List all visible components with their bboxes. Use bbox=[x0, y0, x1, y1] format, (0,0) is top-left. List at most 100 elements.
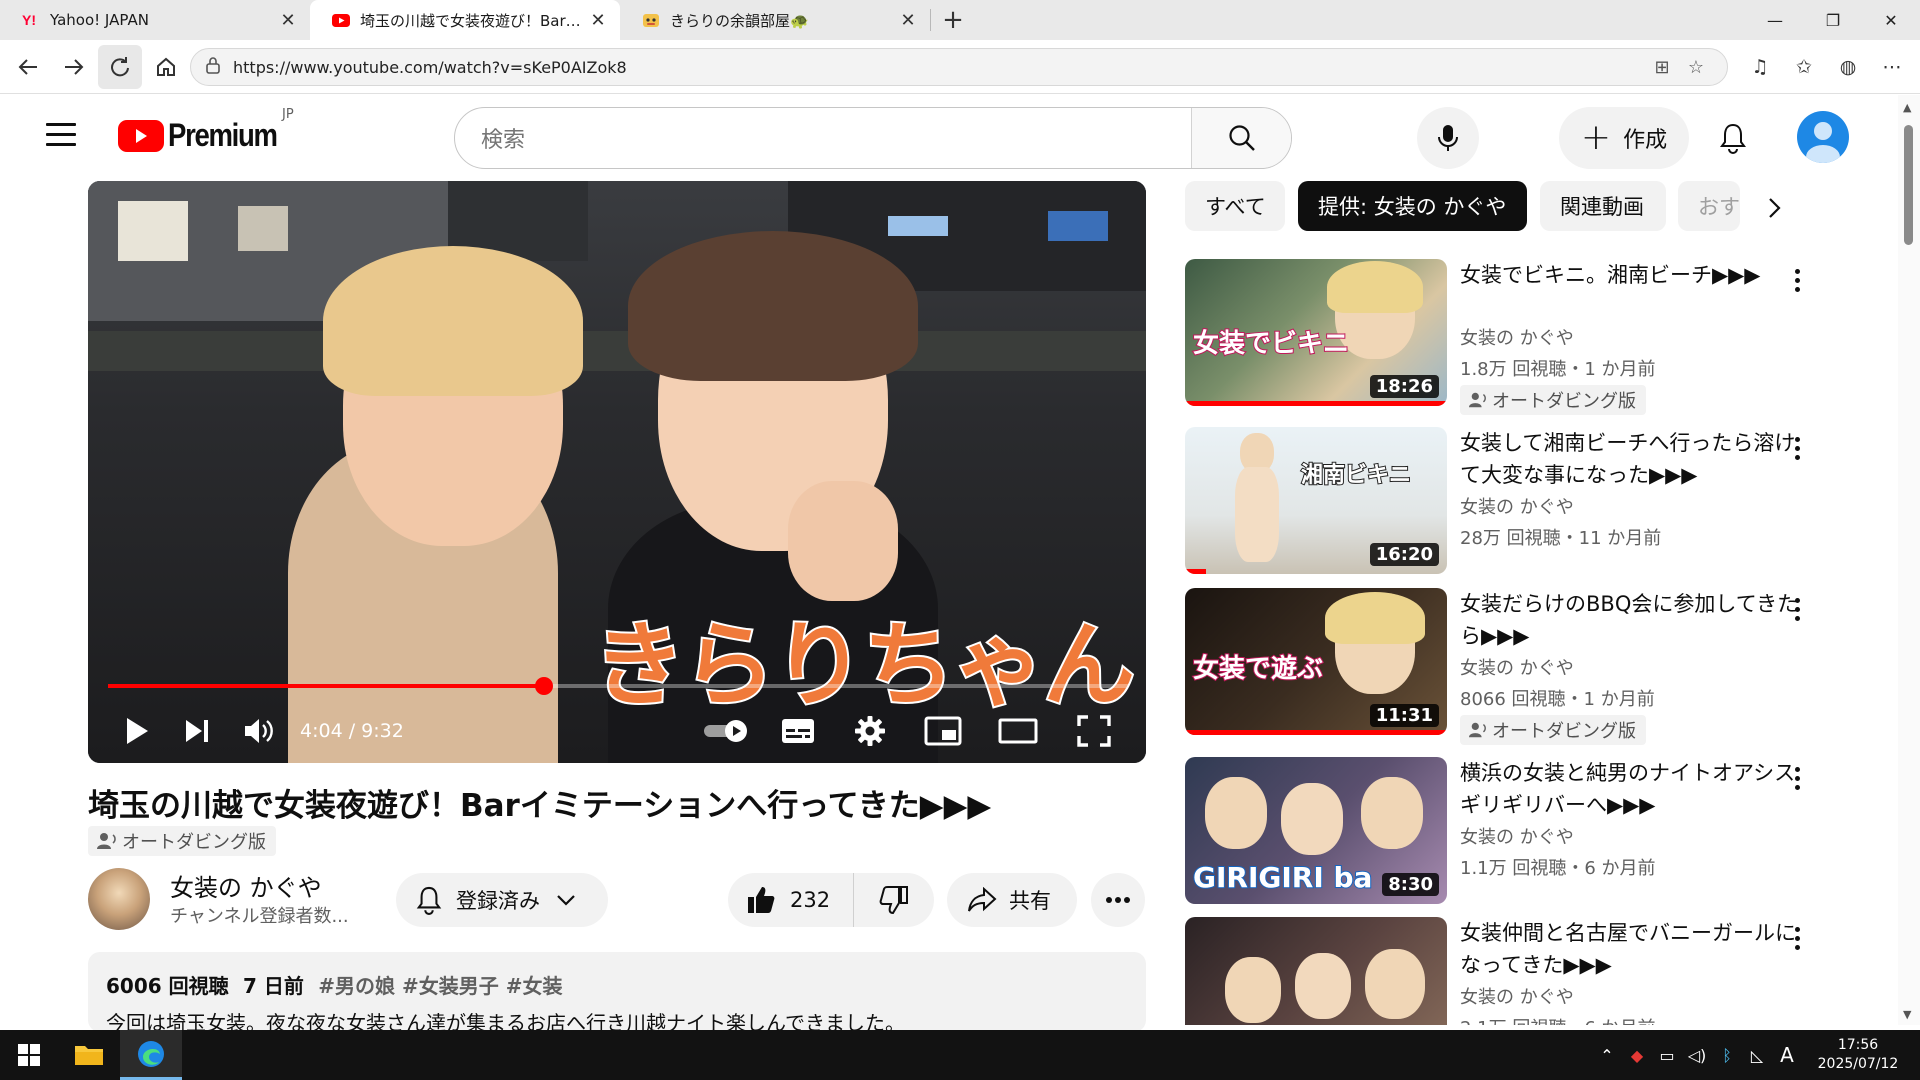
scroll-down-arrow-icon[interactable]: ▼ bbox=[1903, 1008, 1911, 1021]
chip-all[interactable]: すべて bbox=[1185, 181, 1285, 231]
fullscreen-button[interactable] bbox=[1056, 701, 1132, 761]
browser-tab-kirari[interactable]: きらりの余韻部屋🐢 ✕ bbox=[620, 0, 930, 40]
edge-browser-button[interactable] bbox=[120, 1030, 182, 1080]
like-button[interactable]: 232 bbox=[728, 873, 854, 927]
chevron-up-icon[interactable]: ⌃ bbox=[1592, 1046, 1622, 1065]
play-icon bbox=[127, 718, 148, 744]
chips-next-button[interactable] bbox=[1754, 190, 1794, 226]
speaker-icon[interactable]: ◁) bbox=[1682, 1046, 1712, 1065]
forward-button[interactable] bbox=[52, 45, 96, 89]
recommendation-item[interactable]: 湘南ビキニ 16:20 女装して湘南ビーチへ行ったら溶けて大変な事になった▶▶▶… bbox=[1185, 427, 1865, 577]
chip-related[interactable]: 関連動画 bbox=[1540, 181, 1666, 231]
autoplay-toggle[interactable] bbox=[692, 701, 762, 761]
search-box[interactable]: 検索 bbox=[454, 107, 1292, 169]
browser-tab-yahoo[interactable]: Y! Yahoo! JAPAN ✕ bbox=[0, 0, 310, 40]
recommendation-channel[interactable]: 女装の かぐや bbox=[1460, 324, 1574, 350]
security-icon[interactable]: ◆ bbox=[1622, 1046, 1652, 1065]
recommendation-channel[interactable]: 女装の かぐや bbox=[1460, 823, 1574, 849]
file-explorer-button[interactable] bbox=[58, 1030, 120, 1080]
account-avatar[interactable] bbox=[1797, 111, 1849, 163]
favorite-star-icon[interactable]: ☆ bbox=[1679, 57, 1713, 78]
recommendation-item[interactable]: 女装でビキニ 18:26 女装でビキニ。湘南ビーチ▶▶▶ 女装の かぐや 1.8… bbox=[1185, 259, 1865, 415]
maximize-icon[interactable]: ❐ bbox=[1804, 0, 1862, 40]
create-button[interactable]: + 作成 bbox=[1559, 107, 1689, 169]
close-tab-icon[interactable]: ✕ bbox=[278, 10, 298, 31]
new-tab-button[interactable]: + bbox=[931, 0, 975, 40]
page-scrollbar[interactable]: ▲ ▼ bbox=[1898, 95, 1920, 1025]
scroll-up-arrow-icon[interactable]: ▲ bbox=[1903, 101, 1911, 114]
video-thumbnail[interactable]: 湘南ビキニ 16:20 bbox=[1185, 427, 1447, 574]
close-tab-icon[interactable]: ✕ bbox=[588, 10, 608, 31]
recommendation-title[interactable]: 女装仲間と名古屋でバニーガールになってきた▶▶▶ bbox=[1460, 917, 1810, 981]
youtube-premium-logo[interactable]: Premium JP bbox=[118, 107, 294, 154]
share-button[interactable]: 共有 bbox=[947, 873, 1077, 927]
back-button[interactable] bbox=[6, 45, 50, 89]
chip-from-channel[interactable]: 提供: 女装の かぐや bbox=[1298, 181, 1527, 231]
play-button[interactable] bbox=[108, 701, 166, 761]
address-bar[interactable]: https://www.youtube.com/watch?v=sKeP0AIZ… bbox=[190, 48, 1728, 86]
recommendation-item[interactable]: GIRIGIRI ba 8:30 横浜の女装と純男のナイトオアシス ギリギリバー… bbox=[1185, 757, 1865, 907]
close-window-icon[interactable]: ✕ bbox=[1862, 0, 1920, 40]
app-available-icon[interactable]: ⊞ bbox=[1645, 57, 1679, 78]
chip-recommended[interactable]: おす bbox=[1678, 181, 1740, 231]
close-tab-icon[interactable]: ✕ bbox=[898, 10, 918, 31]
description-box[interactable]: 6006 回視聴 7 日前 #男の娘 #女装男子 #女装 今回は埼玉女装。夜な夜… bbox=[88, 952, 1146, 1035]
home-button[interactable] bbox=[144, 45, 188, 89]
music-extension-icon[interactable]: ♫ bbox=[1738, 50, 1782, 84]
more-menu-icon[interactable]: ⋯ bbox=[1870, 50, 1914, 84]
more-options-icon[interactable] bbox=[1790, 598, 1804, 625]
url-text[interactable]: https://www.youtube.com/watch?v=sKeP0AIZ… bbox=[233, 58, 1645, 77]
scrollbar-thumb[interactable] bbox=[1904, 125, 1913, 245]
volume-button[interactable] bbox=[228, 701, 290, 761]
more-options-icon[interactable] bbox=[1790, 927, 1804, 954]
favorites-icon[interactable]: ✩ bbox=[1782, 50, 1826, 84]
recommendation-title[interactable]: 女装だらけのBBQ会に参加してきたら▶▶▶ bbox=[1460, 588, 1810, 652]
recommendation-title[interactable]: 横浜の女装と純男のナイトオアシス ギリギリバーへ▶▶▶ bbox=[1460, 757, 1810, 821]
ime-indicator[interactable]: A bbox=[1772, 1043, 1802, 1067]
notifications-button[interactable] bbox=[1708, 113, 1758, 163]
channel-avatar[interactable] bbox=[88, 868, 150, 930]
more-actions-button[interactable] bbox=[1091, 873, 1145, 927]
subtitles-button[interactable] bbox=[762, 701, 834, 761]
hashtags[interactable]: #男の娘 #女装男子 #女装 bbox=[318, 974, 562, 998]
video-thumbnail[interactable]: 女装でビキニ 18:26 bbox=[1185, 259, 1447, 406]
more-options-icon[interactable] bbox=[1790, 767, 1804, 794]
progress-bar[interactable] bbox=[108, 677, 1128, 695]
recommendation-channel[interactable]: 女装の かぐや bbox=[1460, 493, 1574, 519]
bluetooth-icon[interactable]: ᛒ bbox=[1712, 1046, 1742, 1065]
recommendation-channel[interactable]: 女装の かぐや bbox=[1460, 983, 1574, 1009]
profile-sync-icon[interactable]: ◍ bbox=[1826, 50, 1870, 84]
menu-icon[interactable] bbox=[46, 123, 76, 147]
video-thumbnail[interactable]: 女装で遊ぶ 11:31 bbox=[1185, 588, 1447, 735]
recommendation-title[interactable]: 女装でビキニ。湘南ビーチ▶▶▶ bbox=[1460, 259, 1810, 291]
subscribe-label: 登録済み bbox=[456, 889, 540, 913]
video-player[interactable]: きらりちゃん 4:04 / 9:32 bbox=[88, 181, 1146, 763]
video-thumbnail[interactable]: GIRIGIRI ba 8:30 bbox=[1185, 757, 1447, 904]
more-options-icon[interactable] bbox=[1790, 269, 1804, 296]
browser-tab-youtube[interactable]: 埼玉の川越で女装夜遊び！Barイミテ ✕ bbox=[310, 0, 620, 40]
next-button[interactable] bbox=[166, 701, 228, 761]
more-options-icon[interactable] bbox=[1790, 437, 1804, 464]
reload-button[interactable] bbox=[98, 44, 142, 89]
recommendation-item[interactable]: 女装仲間と名古屋でバニーガールになってきた▶▶▶ 女装の かぐや 2.1万 回視… bbox=[1185, 917, 1865, 1025]
battery-icon[interactable]: ▭ bbox=[1652, 1046, 1682, 1065]
search-button[interactable] bbox=[1191, 108, 1291, 168]
minimize-icon[interactable]: — bbox=[1746, 0, 1804, 40]
theater-mode-button[interactable] bbox=[980, 701, 1056, 761]
recommendation-channel[interactable]: 女装の かぐや bbox=[1460, 654, 1574, 680]
video-thumbnail[interactable] bbox=[1185, 917, 1447, 1025]
channel-name[interactable]: 女装の かぐや bbox=[170, 868, 322, 903]
recommendation-title[interactable]: 女装して湘南ビーチへ行ったら溶けて大変な事になった▶▶▶ bbox=[1460, 427, 1810, 491]
subscribed-button[interactable]: 登録済み bbox=[396, 873, 608, 927]
recommendation-meta: 28万 回視聴・11 か月前 bbox=[1460, 528, 1662, 549]
search-input[interactable]: 検索 bbox=[455, 108, 1191, 168]
network-icon[interactable]: ◺ bbox=[1742, 1046, 1772, 1065]
dislike-button[interactable] bbox=[854, 873, 934, 927]
miniplayer-button[interactable] bbox=[906, 701, 980, 761]
scrubber-handle[interactable] bbox=[534, 677, 553, 695]
start-button[interactable] bbox=[0, 1030, 58, 1080]
recommendation-item[interactable]: 女装で遊ぶ 11:31 女装だらけのBBQ会に参加してきたら▶▶▶ 女装の かぐ… bbox=[1185, 588, 1865, 745]
clock[interactable]: 17:56 2025/07/12 bbox=[1810, 1036, 1906, 1074]
settings-button[interactable] bbox=[834, 701, 906, 761]
voice-search-button[interactable] bbox=[1417, 107, 1479, 169]
